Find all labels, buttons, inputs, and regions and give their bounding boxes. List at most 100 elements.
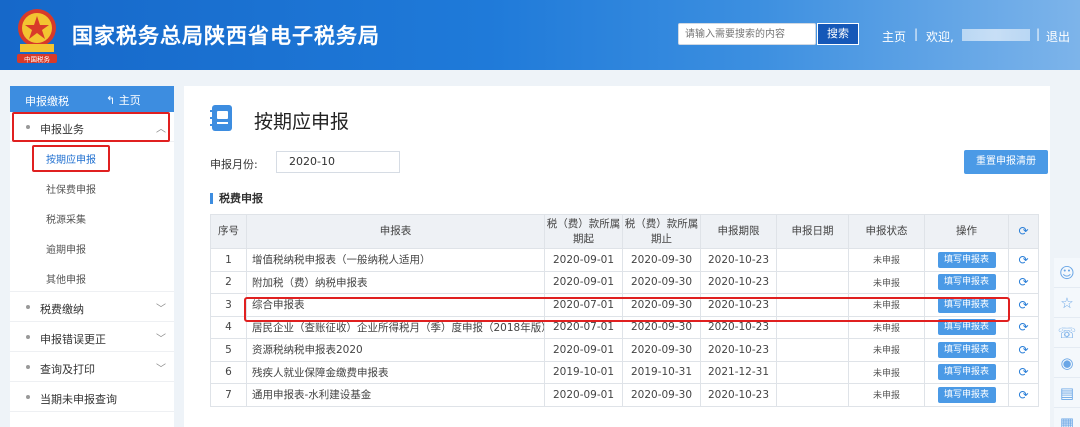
cell-no: 3 [210,293,247,317]
col-header: 税（费）款所属期止 [622,214,701,249]
cell-action: 填写申报表 [924,248,1009,272]
user-icon[interactable]: ☺ [1054,258,1080,288]
nav-home-link[interactable]: 主页 [882,28,906,45]
refresh-icon[interactable]: ⟳ [1018,343,1028,357]
cell-status: 未申报 [848,270,925,294]
cell-form-name[interactable]: 附加税（费）纳税申报表 [246,270,545,294]
refresh-icon[interactable]: ⟳ [1018,388,1028,402]
sidebar-sub-overdue[interactable]: 逾期申报 [10,232,174,262]
logout-link[interactable]: 退出 [1046,28,1070,45]
sidebar-header-title: 申报缴税 [25,95,69,108]
sidebar-item-query-print[interactable]: 查询及打印 ﹀ [10,352,174,382]
refresh-icon[interactable]: ⟳ [1018,253,1028,267]
table-row: 1 增值税纳税申报表（一般纳税人适用） 2020-09-01 2020-09-3… [210,248,1039,272]
cell-action: 填写申报表 [924,383,1009,407]
table-header-row: 序号 申报表 税（费）款所属期起 税（费）款所属期止 申报期限 申报日期 申报状… [210,214,1039,249]
sidebar-sub-label: 逾期申报 [46,245,86,256]
sidebar-sub-tax-source[interactable]: 税源采集 [10,202,174,232]
cell-start: 2020-09-01 [544,270,623,294]
cell-refresh: ⟳ [1008,315,1039,339]
reset-declaration-list-button[interactable]: 重置申报清册 [964,150,1048,174]
cell-date [776,338,849,362]
cell-start: 2019-10-01 [544,360,623,384]
refresh-icon[interactable]: ⟳ [1018,298,1028,312]
emblem-caption: 中国税务 [24,55,51,64]
period-input[interactable]: 2020-10 [276,151,400,173]
page-title: 按期应申报 [254,111,350,133]
site-title: 国家税务总局陕西省电子税务局 [72,24,380,48]
cell-status: 未申报 [848,248,925,272]
sidebar-sub-label: 社保费申报 [46,185,96,196]
sidebar-sub-social-security[interactable]: 社保费申报 [10,172,174,202]
cell-form-name[interactable]: 增值税纳税申报表（一般纳税人适用） [246,248,545,272]
cell-end: 2020-09-30 [622,248,701,272]
cell-action: 填写申报表 [924,270,1009,294]
cell-no: 4 [210,315,247,339]
section-title: 税费申报 [210,193,263,204]
sidebar-item-label: 当期未申报查询 [40,393,117,406]
refresh-icon[interactable]: ⟳ [1018,365,1028,379]
chevron-down-icon: ﹀ [156,334,166,345]
chevron-down-icon: ﹀ [156,304,166,315]
col-header: 申报日期 [776,214,849,249]
sidebar-item-correction[interactable]: 申报错误更正 ﹀ [10,322,174,352]
cell-date [776,270,849,294]
cell-deadline: 2020-10-23 [700,270,777,294]
sidebar-sub-other[interactable]: 其他申报 [10,262,174,292]
sidebar-home-label: 主页 [118,94,141,107]
cell-status: 未申报 [848,338,925,362]
search-input[interactable] [678,23,816,45]
cell-start: 2020-09-01 [544,248,623,272]
refresh-icon[interactable]: ⟳ [1018,320,1028,334]
refresh-icon[interactable]: ⟳ [1018,275,1028,289]
cell-refresh: ⟳ [1008,383,1039,407]
fill-form-button[interactable]: 填写申报表 [937,341,996,358]
col-header: 序号 [210,214,247,249]
cell-refresh: ⟳ [1008,338,1039,362]
cell-refresh: ⟳ [1008,270,1039,294]
cell-end: 2020-09-30 [622,383,701,407]
table-row: 7 通用申报表-水利建设基金 2020-09-01 2020-09-30 202… [210,383,1039,407]
col-header: 税（费）款所属期起 [544,214,623,249]
sidebar-item-label: 申报错误更正 [40,333,106,346]
tax-emblem-icon: 中国税务 [17,9,57,64]
fill-form-button[interactable]: 填写申报表 [937,251,996,268]
document-icon[interactable]: ▦ [1054,408,1080,427]
nav-separator: | [1036,27,1041,41]
refresh-all-icon[interactable]: ⟳ [1008,214,1039,249]
highlight-box-periodic [32,145,110,172]
col-header: 申报表 [246,214,545,249]
chat-icon[interactable]: ☏ [1054,318,1080,348]
cell-end: 2020-09-30 [622,338,701,362]
cell-form-name[interactable]: 通用申报表-水利建设基金 [246,383,545,407]
cell-deadline: 2020-10-23 [700,383,777,407]
table-row: 5 资源税纳税申报表2020 2020-09-01 2020-09-30 202… [210,338,1039,362]
cell-form-name[interactable]: 残疾人就业保障金缴费申报表 [246,360,545,384]
search-button[interactable]: 搜索 [817,23,859,45]
fill-form-button[interactable]: 填写申报表 [937,386,996,403]
sidebar-item-label: 税费缴纳 [40,303,84,316]
sidebar-item-undeclared-query[interactable]: 当期未申报查询 [10,382,174,412]
highlight-box-row-3 [244,297,1010,322]
sidebar-item-payment[interactable]: 税费缴纳 ﹀ [10,292,174,322]
period-label: 申报月份: [210,158,258,171]
cell-form-name[interactable]: 资源税纳税申报表2020 [246,338,545,362]
cell-no: 1 [210,248,247,272]
fill-form-button[interactable]: 填写申报表 [937,274,996,291]
message-icon[interactable]: ▤ [1054,378,1080,408]
cell-status: 未申报 [848,360,925,384]
weibo-icon[interactable]: ◉ [1054,348,1080,378]
declaration-book-icon [210,105,232,131]
col-header: 操作 [924,214,1009,249]
cell-deadline: 2020-10-23 [700,338,777,362]
cell-start: 2020-09-01 [544,338,623,362]
bullet-icon [26,395,30,399]
fill-form-button[interactable]: 填写申报表 [937,364,996,381]
star-icon[interactable]: ☆ [1054,288,1080,318]
sidebar-home-link[interactable]: ↰ 主页 [106,92,141,108]
bullet-icon [26,335,30,339]
col-header: 申报期限 [700,214,777,249]
highlight-box-declaration [12,112,170,142]
bullet-icon [26,305,30,309]
cell-no: 2 [210,270,247,294]
